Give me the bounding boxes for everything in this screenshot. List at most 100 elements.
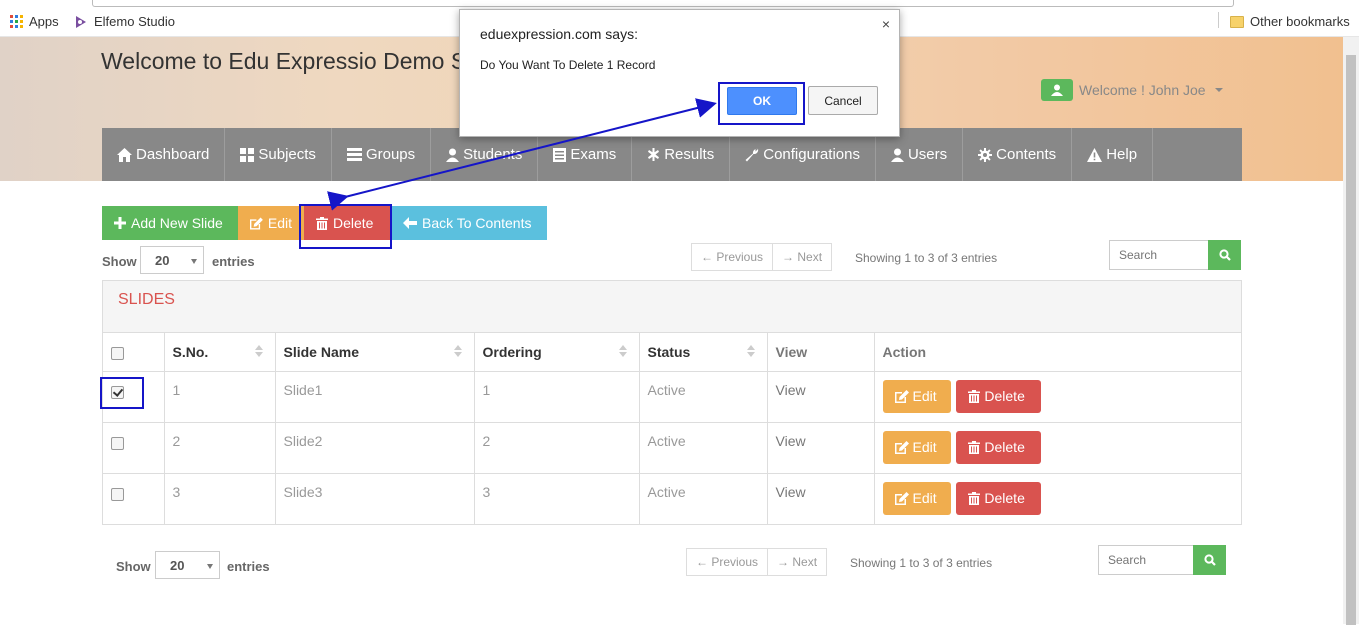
trash-icon xyxy=(968,491,981,505)
status-cell: Active xyxy=(639,473,768,524)
panel-title: SLIDES xyxy=(103,281,1241,333)
bookmark-apps-label: Apps xyxy=(29,14,59,29)
table-header-row: S.No. Slide Name Ordering Status View Ac… xyxy=(103,333,1241,372)
column-status[interactable]: Status xyxy=(639,333,768,372)
pagination-top: ← Previous → Next xyxy=(691,243,833,271)
next-button[interactable]: → Next xyxy=(772,244,831,270)
search-input[interactable] xyxy=(1109,240,1208,270)
entries-select-value: 20 xyxy=(155,253,170,268)
row-checkbox[interactable] xyxy=(111,487,124,501)
scrollbar-thumb[interactable] xyxy=(1346,55,1356,625)
edit-button[interactable]: Edit xyxy=(238,206,304,240)
gear-icon xyxy=(978,147,993,162)
sno-cell: 3 xyxy=(164,473,276,524)
nav-label: Groups xyxy=(365,146,416,163)
nav-item-dashboard[interactable]: Dashboard xyxy=(102,128,226,181)
cancel-button[interactable]: Cancel xyxy=(808,86,878,115)
row-checkbox[interactable] xyxy=(111,436,124,450)
show-label: Show xyxy=(102,254,137,269)
action-cell: Edit Delete xyxy=(874,422,1241,474)
edit-label: Edit xyxy=(267,215,292,231)
column-label: Action xyxy=(882,343,927,360)
nav-item-help[interactable]: Help xyxy=(1072,128,1154,181)
ordering-cell: 2 xyxy=(474,422,640,474)
select-all-checkbox[interactable] xyxy=(111,346,124,360)
trash-icon xyxy=(968,440,981,454)
user-icon xyxy=(890,148,904,162)
row-delete-button[interactable]: Delete xyxy=(956,430,1042,464)
warning-icon xyxy=(1087,147,1103,162)
row-delete-button[interactable]: Delete xyxy=(956,481,1042,515)
nav-label: Users xyxy=(907,146,948,163)
search-bottom xyxy=(1098,545,1226,575)
previous-button[interactable]: ← Previous xyxy=(687,549,767,575)
bookmark-elfemo-studio[interactable]: Elfemo Studio xyxy=(74,14,175,29)
view-link[interactable]: View xyxy=(776,433,866,449)
action-cell: Edit Delete xyxy=(874,473,1241,524)
sno-value: 1 xyxy=(172,381,181,398)
user-icon xyxy=(1051,84,1063,96)
plus-icon xyxy=(114,217,126,229)
trash-icon xyxy=(968,389,981,403)
row-edit-button[interactable]: Edit xyxy=(882,379,951,413)
column-action: Action xyxy=(874,333,1241,372)
column-label: View xyxy=(775,343,808,360)
column-ordering[interactable]: Ordering xyxy=(474,333,640,372)
column-label: Status xyxy=(647,343,691,360)
page-title: Welcome to Edu Expressio Demo S xyxy=(101,48,467,74)
user-menu[interactable]: Welcome ! John Joe xyxy=(1041,79,1223,101)
previous-button[interactable]: ← Previous xyxy=(692,244,772,270)
column-label: S.No. xyxy=(172,343,209,360)
close-icon[interactable]: × xyxy=(882,16,890,32)
add-new-slide-button[interactable]: Add New Slide xyxy=(102,206,238,240)
row-delete-button[interactable]: Delete xyxy=(956,379,1042,413)
address-bar-edge[interactable] xyxy=(92,0,1234,7)
nav-item-groups[interactable]: Groups xyxy=(332,128,432,181)
row-edit-button[interactable]: Edit xyxy=(882,430,951,464)
server-icon xyxy=(346,148,362,161)
ordering-value: 3 xyxy=(482,483,491,500)
entries-select-value: 20 xyxy=(170,558,185,573)
table-row: 1 Slide1 1 Active View Edit Delete xyxy=(103,371,1241,423)
row-edit-label: Edit xyxy=(912,439,937,455)
search-button[interactable] xyxy=(1208,240,1241,270)
status-value: Active xyxy=(647,432,686,449)
column-sno[interactable]: S.No. xyxy=(164,333,276,372)
slide-name-cell: Slide3 xyxy=(275,473,475,524)
search-top xyxy=(1109,240,1241,270)
apps-grid-icon xyxy=(10,15,23,28)
entries-label: entries xyxy=(212,254,255,269)
table-row: 3 Slide3 3 Active View Edit Delete xyxy=(103,473,1241,524)
row-edit-label: Edit xyxy=(912,388,937,404)
bookmark-apps[interactable]: Apps xyxy=(10,14,59,29)
view-cell: View xyxy=(767,371,875,423)
back-to-contents-button[interactable]: Back To Contents xyxy=(391,206,547,240)
row-edit-button[interactable]: Edit xyxy=(882,481,951,515)
search-button[interactable] xyxy=(1193,545,1226,575)
view-link[interactable]: View xyxy=(776,382,866,398)
user-icon xyxy=(446,148,460,162)
sno-cell: 2 xyxy=(164,422,276,474)
row-delete-label: Delete xyxy=(984,439,1025,455)
sno-cell: 1 xyxy=(164,371,276,423)
entries-select[interactable]: 20 xyxy=(140,246,204,274)
nav-item-subjects[interactable]: Subjects xyxy=(225,128,332,181)
view-link[interactable]: View xyxy=(776,484,866,500)
next-button[interactable]: → Next xyxy=(767,549,826,575)
pagination-bottom: ← Previous → Next xyxy=(686,548,828,576)
edit-icon xyxy=(250,217,263,229)
nav-label: Exams xyxy=(570,146,617,163)
slide-name-value: Slide2 xyxy=(283,432,323,449)
row-delete-label: Delete xyxy=(984,490,1025,506)
nav-item-contents[interactable]: Contents xyxy=(963,128,1073,181)
search-input[interactable] xyxy=(1098,545,1193,575)
ok-button-highlight xyxy=(718,82,805,125)
column-slide-name[interactable]: Slide Name xyxy=(275,333,475,372)
status-value: Active xyxy=(647,381,686,398)
page-scrollbar[interactable] xyxy=(1343,37,1359,625)
entries-select-bottom[interactable]: 20 xyxy=(155,551,220,579)
bookmark-other[interactable]: Other bookmarks xyxy=(1230,14,1350,29)
slide-name-cell: Slide1 xyxy=(275,371,475,423)
bookmark-studio-label: Elfemo Studio xyxy=(94,14,175,29)
status-value: Active xyxy=(647,483,686,500)
